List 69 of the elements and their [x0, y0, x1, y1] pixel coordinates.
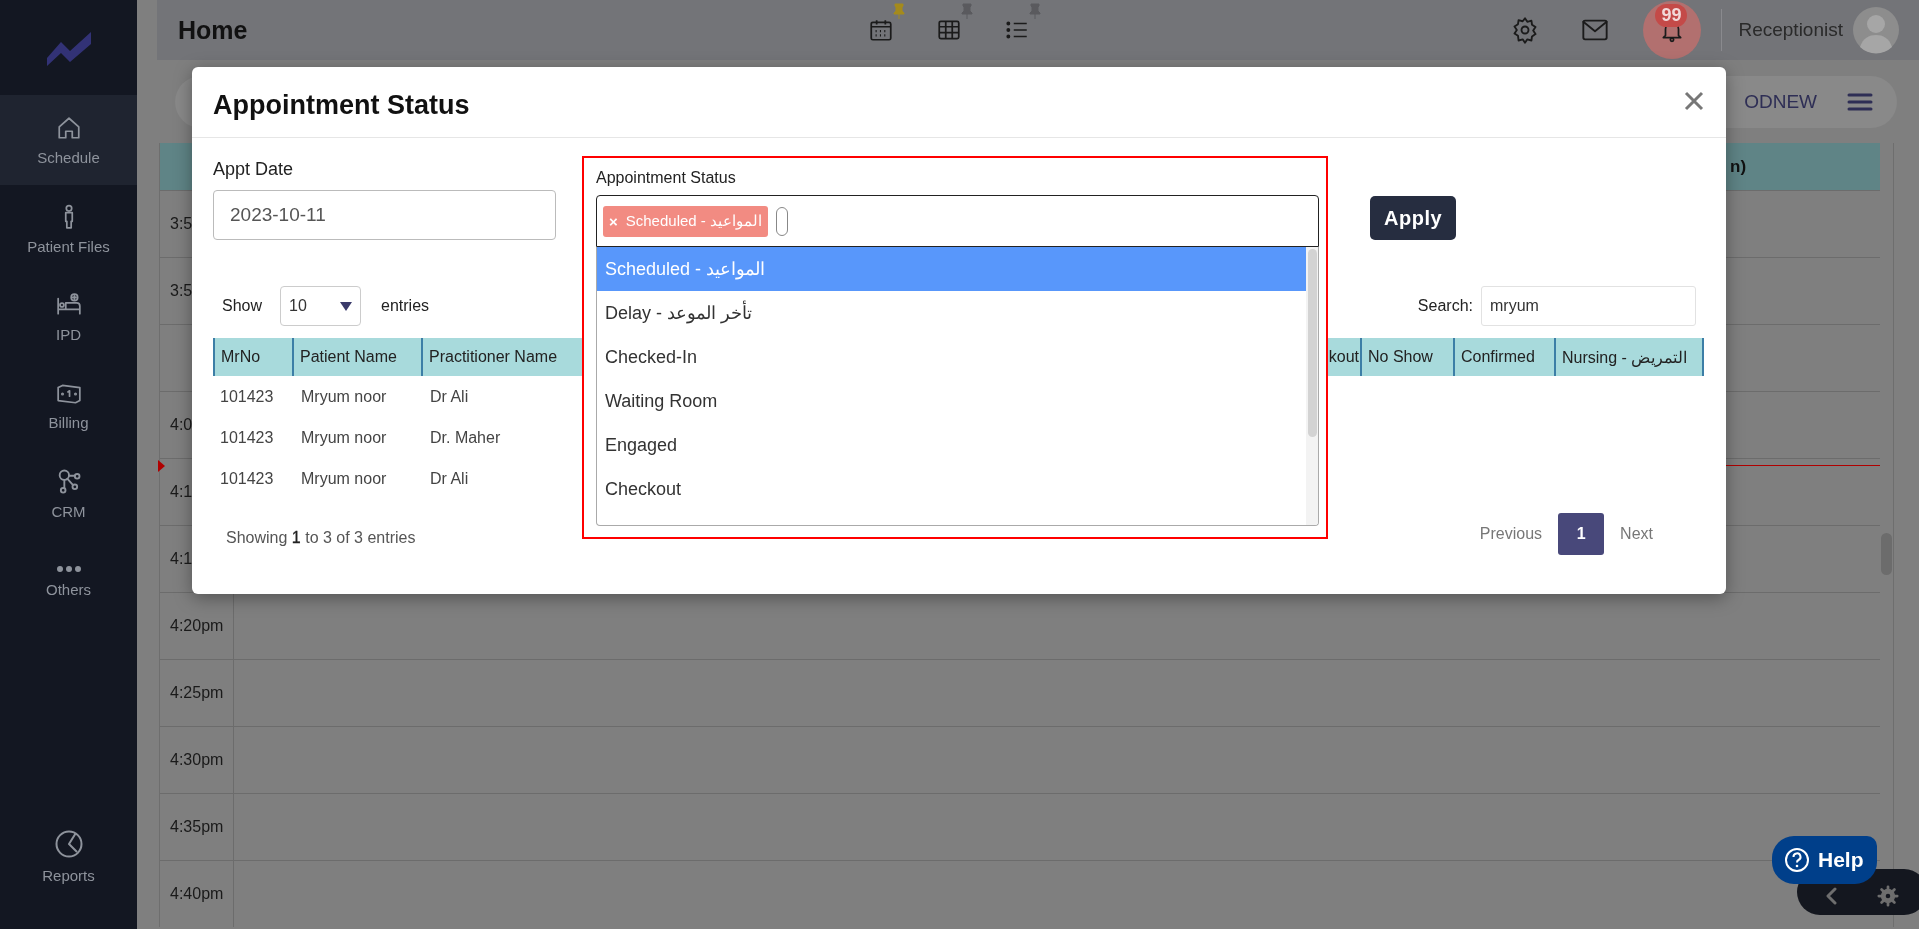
time-label: 4:40pm	[170, 885, 224, 903]
column-header[interactable]: MrNo	[213, 338, 294, 376]
date-field[interactable]: 2023-10-11	[213, 190, 556, 240]
pie-chart-icon	[53, 829, 84, 859]
entries-select[interactable]: 10	[280, 286, 362, 326]
question-icon	[1784, 847, 1810, 873]
sidebar-item[interactable]: Others	[0, 537, 137, 625]
column-header[interactable]: Confirmed	[1455, 338, 1556, 376]
toolbar-label[interactable]: ODNEW	[1744, 90, 1817, 113]
table-cell-text: Dr Ali	[429, 386, 470, 407]
time-label: 4:1	[170, 483, 193, 501]
sidebar-item[interactable]: CRM	[0, 449, 137, 537]
table-icon[interactable]	[936, 17, 963, 43]
time-label: 4:0	[170, 416, 193, 434]
field-label: Appt Date	[213, 159, 295, 180]
chip-label: Scheduled - المواعيد	[625, 212, 762, 230]
show-label: Show	[222, 297, 263, 315]
modal-title: Appointment Status	[213, 89, 470, 121]
scrollbar-thumb[interactable]	[1308, 249, 1317, 437]
column-header[interactable]: Nursing - التمريض	[1556, 338, 1704, 376]
apply-button[interactable]: Apply	[1370, 196, 1457, 240]
page-button[interactable]: 1	[1558, 513, 1605, 555]
column-header[interactable]: Patient Name	[294, 338, 423, 376]
column-header[interactable]: No Show	[1362, 338, 1455, 376]
column-header[interactable]: kout	[1328, 338, 1362, 376]
sidebar-item[interactable]: Reports	[0, 821, 137, 929]
calendar-icon[interactable]	[868, 17, 895, 43]
field-label: Appointment Status	[596, 169, 737, 187]
dropdown-option[interactable]: Checked-In	[597, 335, 1306, 379]
sidebar-item[interactable]: Billing	[0, 361, 137, 449]
settings-icon	[1877, 885, 1899, 907]
sidebar-item[interactable]: Schedule	[0, 95, 137, 185]
chevron-left-icon	[1825, 887, 1837, 905]
time-label: 4:1	[170, 550, 193, 568]
dropdown-option[interactable]: Checkout	[597, 467, 1306, 511]
more-icon	[55, 564, 82, 573]
next-link[interactable]: Next	[1620, 525, 1653, 543]
table-cell-text: 101423	[219, 386, 275, 407]
entries-info: Showing 1 to 3 of 3 entries	[226, 529, 416, 547]
table-cell-text: Mryum noor	[300, 468, 388, 489]
user-name: Receptionist	[1738, 19, 1843, 41]
page-title: Home	[178, 15, 248, 45]
notification-count: 99	[1655, 4, 1688, 27]
caret-icon	[340, 301, 353, 311]
table-cell-text: 101423	[219, 427, 275, 448]
time-label: 4:25pm	[170, 684, 224, 702]
search-field[interactable]: mryum	[1481, 286, 1696, 326]
current-time-marker	[158, 460, 165, 472]
time-label: 3:5	[170, 282, 193, 300]
help-button[interactable]: Help	[1772, 836, 1877, 884]
notification-button[interactable]: 99	[1643, 1, 1702, 59]
sidebar-item[interactable]: Patient Files	[0, 185, 137, 273]
column-header: n)	[1730, 156, 1747, 177]
sidebar-item[interactable]: IPD	[0, 273, 137, 361]
time-label: 3:5	[170, 215, 193, 233]
search-label: Search:	[1417, 297, 1473, 315]
table-cell-text: Dr. Maher	[429, 427, 502, 448]
previous-link[interactable]: Previous	[1479, 525, 1543, 543]
time-label: 4:20pm	[170, 617, 224, 635]
table-cell-text: 101423	[219, 468, 275, 489]
time-label: 4:35pm	[170, 818, 224, 836]
table-cell-text: Mryum noor	[300, 386, 388, 407]
dropdown-option[interactable]: Engaged	[597, 423, 1306, 467]
table-cell-text: Dr Ali	[429, 468, 470, 489]
dropdown-option[interactable]: Waiting Room	[597, 379, 1306, 423]
dropdown-option[interactable]: Delay - تأخر الموعد	[597, 291, 1306, 335]
entries-label: entries	[381, 297, 430, 315]
table-cell-text: Mryum noor	[300, 427, 388, 448]
time-label: 4:30pm	[170, 751, 224, 769]
